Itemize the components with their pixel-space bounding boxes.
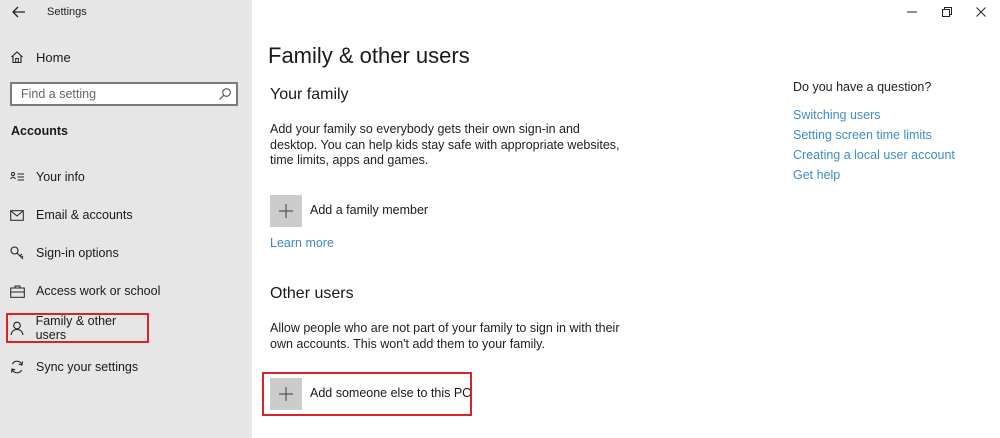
other-users-heading: Other users	[270, 285, 354, 302]
plus-tile	[270, 378, 302, 410]
other-users-description: Allow people who are not part of your fa…	[270, 321, 620, 351]
app-title: Settings	[47, 6, 87, 18]
sidebar-item-sync-settings[interactable]: Sync your settings	[6, 352, 246, 382]
help-link-local-account[interactable]: Creating a local user account	[793, 148, 955, 162]
person-icon	[9, 320, 25, 336]
close-button[interactable]	[970, 4, 992, 20]
help-panel: Do you have a question? Switching users …	[793, 80, 955, 182]
section-heading: Accounts	[11, 124, 68, 138]
sidebar-item-label: Email & accounts	[36, 208, 133, 222]
sidebar-item-label: Access work or school	[36, 284, 161, 298]
mail-icon	[9, 207, 25, 223]
sync-icon	[9, 359, 25, 375]
sidebar-item-home[interactable]: Home	[10, 48, 71, 66]
sidebar-item-family-other-users[interactable]: Family & other users	[6, 313, 149, 343]
add-family-member-label: Add a family member	[310, 203, 429, 217]
learn-more-link[interactable]: Learn more	[270, 236, 334, 250]
sidebar-item-access-work-school[interactable]: Access work or school	[6, 276, 246, 306]
sidebar-item-label: Home	[36, 49, 71, 65]
contact-card-icon	[9, 169, 25, 185]
key-icon	[9, 245, 25, 261]
home-icon	[11, 51, 23, 64]
sidebar-item-your-info[interactable]: Your info	[6, 162, 246, 192]
sidebar: Settings Home Accounts Your info	[0, 0, 252, 438]
add-someone-else-label: Add someone else to this PC	[310, 386, 472, 400]
add-someone-else-button[interactable]: Add someone else to this PC	[270, 378, 471, 410]
plus-icon	[279, 387, 293, 401]
your-family-description: Add your family so everybody gets their …	[270, 122, 620, 167]
minimize-icon	[907, 11, 917, 13]
add-family-member-button[interactable]: Add a family member	[270, 195, 428, 227]
restore-icon	[942, 7, 952, 17]
sidebar-item-label: Family & other users	[35, 314, 117, 342]
search-input[interactable]	[12, 84, 221, 104]
help-link-screen-time[interactable]: Setting screen time limits	[793, 128, 955, 142]
back-arrow-icon	[12, 6, 25, 18]
sidebar-item-label: Your info	[36, 170, 85, 184]
page-title: Family & other users	[268, 43, 470, 68]
help-question: Do you have a question?	[793, 80, 932, 94]
briefcase-icon	[9, 283, 25, 299]
search-icon[interactable]	[218, 87, 232, 101]
help-link-get-help[interactable]: Get help	[793, 168, 955, 182]
close-icon	[976, 7, 986, 17]
sidebar-item-label: Sign-in options	[36, 246, 119, 260]
your-family-heading: Your family	[270, 86, 349, 103]
back-button[interactable]	[8, 3, 30, 21]
sidebar-item-email-accounts[interactable]: Email & accounts	[6, 200, 246, 230]
sidebar-item-sign-in-options[interactable]: Sign-in options	[6, 238, 246, 268]
plus-icon	[279, 204, 293, 218]
plus-tile	[270, 195, 302, 227]
minimize-button[interactable]	[901, 4, 923, 20]
restore-button[interactable]	[936, 4, 958, 20]
help-link-switching-users[interactable]: Switching users	[793, 108, 955, 122]
sidebar-item-label: Sync your settings	[36, 360, 139, 374]
search-box[interactable]	[10, 82, 238, 106]
